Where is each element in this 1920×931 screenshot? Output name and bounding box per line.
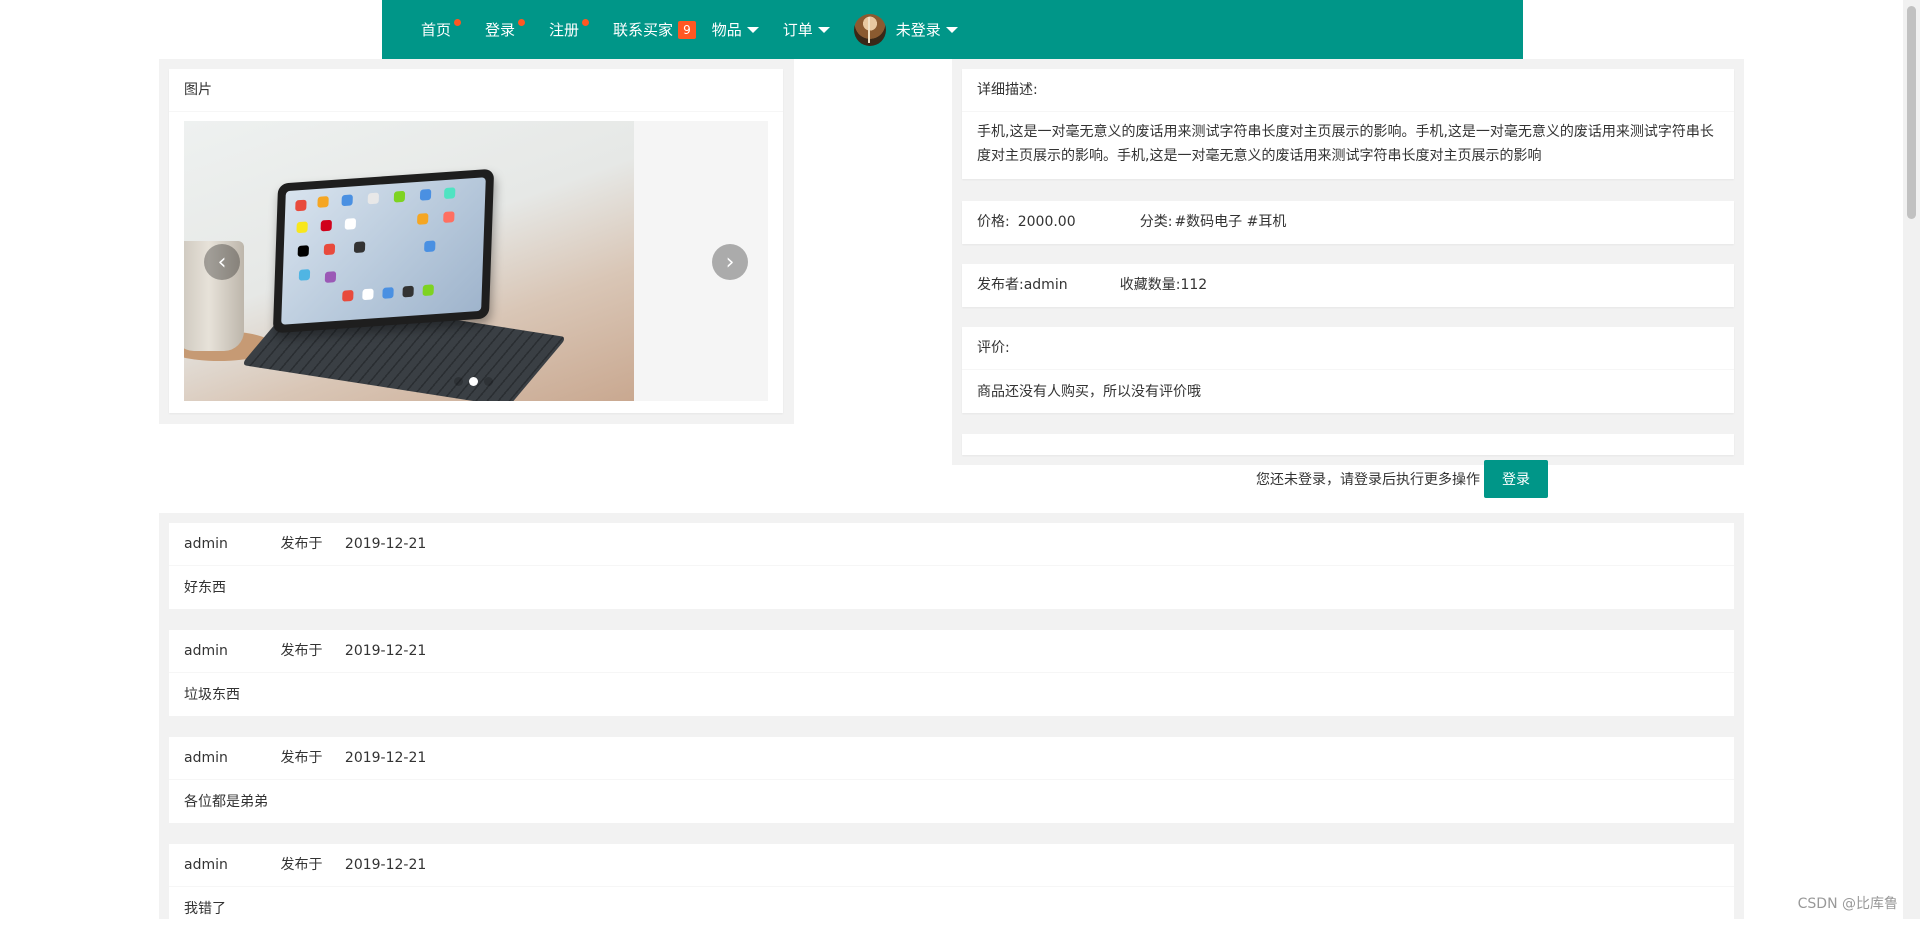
nav-login[interactable]: 登录 [485,0,526,59]
comment-item: admin 发布于 2019-12-21 好东西 [169,523,1734,609]
comments-panel: admin 发布于 2019-12-21 好东西 admin 发布于 2019-… [159,513,1744,930]
caret-down-icon [746,26,759,33]
scrollbar-thumb[interactable] [1907,6,1916,219]
comment-item: admin 发布于 2019-12-21 我错了 [169,844,1734,930]
price-label: 价格: [977,214,1010,230]
comment-header: admin 发布于 2019-12-21 [169,737,1734,780]
chevron-right-icon: › [725,249,735,275]
description-card: 详细描述: 手机,这是一对毫无意义的废话用来测试字符串长度对主页展示的影响。手机… [962,69,1734,179]
comment-content: 垃圾东西 [184,687,240,703]
tablet-shape [272,168,495,334]
nav-register-label: 注册 [549,21,580,39]
nav-orders-dropdown[interactable]: 订单 [783,0,830,59]
nav-home-dot [454,19,462,26]
detail-panel: 详细描述: 手机,这是一对毫无意义的废话用来测试字符串长度对主页展示的影响。手机… [952,59,1744,465]
comment-user: admin [184,857,228,873]
carousel-dot-1[interactable] [454,377,463,386]
nav-register-dot [582,19,590,26]
favorites-value: 112 [1180,277,1208,293]
empty-card [962,434,1734,455]
product-image [184,121,634,401]
review-card: 评价: 商品还没有人购买，所以没有评价哦 [962,327,1734,413]
publisher-card: 发布者: admin 收藏数量: 112 [962,264,1734,307]
description-text: 手机,这是一对毫无意义的废话用来测试字符串长度对主页展示的影响。手机,这是一对毫… [977,124,1714,164]
caret-down-icon [945,26,958,33]
comment-user: admin [184,750,228,766]
favorites-label: 收藏数量: [1119,277,1181,293]
review-text: 商品还没有人购买，所以没有评价哦 [977,384,1201,400]
comment-date: 2019-12-21 [344,750,427,766]
image-carousel[interactable]: ‹ › [184,121,768,401]
description-title: 详细描述: [962,69,1734,112]
image-panel: 图片 ‹ › [159,59,794,424]
nav-items-label: 物品 [711,21,742,39]
category-value: #数码电子 #耳机 [1174,214,1287,230]
image-card-title: 图片 [169,69,783,112]
carousel-dot-2[interactable] [469,377,478,386]
image-card: 图片 ‹ › [169,69,783,413]
carousel-dot-3[interactable] [484,377,493,386]
price-value: 2000.00 [1017,214,1076,230]
comment-content: 好东西 [184,580,226,596]
message-count-badge: 9 [678,20,696,39]
watermark: CSDN @比库鲁 [1797,896,1898,912]
publisher-value: admin [1023,277,1068,293]
comment-user: admin [184,643,228,659]
login-prompt-text: 您还未登录，请登录后执行更多操作 [1256,472,1480,488]
comment-user: admin [184,536,228,552]
nav-register[interactable]: 注册 [549,0,590,59]
nav-home-label: 首页 [421,21,452,39]
caret-down-icon [817,26,830,33]
chevron-left-icon: ‹ [217,249,227,275]
carousel-next-button[interactable]: › [712,244,748,280]
comment-header: admin 发布于 2019-12-21 [169,630,1734,673]
nav-user-label: 未登录 [895,21,941,39]
comment-date: 2019-12-21 [344,536,427,552]
comment-date: 2019-12-21 [344,643,427,659]
review-title: 评价: [962,327,1734,370]
comment-content: 各位都是弟弟 [184,794,268,810]
comment-header: admin 发布于 2019-12-21 [169,523,1734,566]
nav-contact-buyer[interactable]: 联系买家 9 [613,0,696,59]
comment-content: 我错了 [184,901,226,917]
price-card: 价格: 2000.00 分类: #数码电子 #耳机 [962,201,1734,244]
comment-posted-label: 发布于 [280,857,323,873]
page-scrollbar[interactable] [1903,0,1920,919]
nav-login-label: 登录 [485,21,516,39]
avatar [853,13,886,46]
top-nav: 首页 登录 注册 联系买家 9 物品 订单 未登录 [382,0,1523,59]
login-button[interactable]: 登录 [1484,460,1548,498]
nav-orders-label: 订单 [782,21,813,39]
login-prompt: 您还未登录，请登录后执行更多操作 登录 [1256,460,1548,498]
comment-header: admin 发布于 2019-12-21 [169,844,1734,887]
tablet-screen [281,177,486,325]
category-label: 分类: [1139,214,1173,230]
comment-item: admin 发布于 2019-12-21 垃圾东西 [169,630,1734,716]
nav-contact-buyer-label: 联系买家 [613,21,674,39]
nav-login-dot [518,19,526,26]
comment-posted-label: 发布于 [280,643,323,659]
comment-item: admin 发布于 2019-12-21 各位都是弟弟 [169,737,1734,823]
comment-posted-label: 发布于 [280,536,323,552]
carousel-indicators [454,377,493,386]
nav-items-dropdown[interactable]: 物品 [712,0,759,59]
carousel-prev-button[interactable]: ‹ [204,244,240,280]
publisher-label: 发布者: [977,277,1024,293]
nav-home[interactable]: 首页 [421,0,462,59]
comment-date: 2019-12-21 [344,857,427,873]
comment-posted-label: 发布于 [280,750,323,766]
nav-user-menu[interactable]: 未登录 [853,0,958,59]
